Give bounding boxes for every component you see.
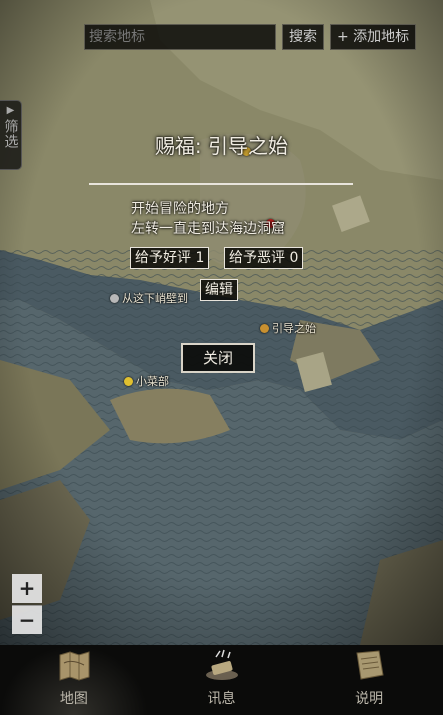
nav-tab-messages[interactable]: 讯息 bbox=[148, 645, 296, 715]
edit-button[interactable]: 编辑 bbox=[200, 279, 238, 301]
map-marker[interactable]: 小菜部 bbox=[124, 373, 169, 389]
nav-label: 说明 bbox=[355, 691, 384, 707]
like-button[interactable]: 给予好评 1 bbox=[130, 247, 210, 269]
popup-description-line: 开始冒险的地方 bbox=[131, 201, 229, 217]
nav-tab-guide[interactable]: 说明 bbox=[295, 645, 443, 715]
add-landmark-button[interactable]: + 添加地标 bbox=[330, 24, 417, 50]
popup-description-line: 左转一直走到达海边洞窟 bbox=[131, 221, 285, 237]
nav-tab-map[interactable]: 地图 bbox=[0, 645, 148, 715]
map-terrain bbox=[0, 0, 443, 645]
nav-label: 讯息 bbox=[207, 691, 236, 707]
popup-title: 赐福: 引导之始 bbox=[154, 134, 289, 158]
bottom-navigation: 地图 讯息 说明 bbox=[0, 645, 443, 715]
grace-marker-icon bbox=[260, 323, 269, 333]
map-marker[interactable]: 从这下峭壁到 bbox=[110, 290, 188, 306]
marker-label: 从这下峭壁到 bbox=[122, 292, 188, 305]
location-marker-icon bbox=[124, 376, 133, 386]
map-scroll-icon bbox=[59, 651, 90, 681]
zoom-controls: + − bbox=[12, 574, 42, 634]
marker-label: 小菜部 bbox=[136, 375, 169, 388]
map-marker[interactable]: 引导之始 bbox=[260, 320, 316, 336]
popup-divider bbox=[89, 183, 353, 185]
message-marker-icon bbox=[110, 293, 119, 303]
dislike-button[interactable]: 给予恶评 0 bbox=[224, 247, 304, 269]
guide-icon bbox=[356, 650, 384, 680]
search-button[interactable]: 搜索 bbox=[282, 24, 324, 50]
zoom-in-button[interactable]: + bbox=[12, 574, 42, 603]
close-button[interactable]: 关闭 bbox=[181, 343, 255, 373]
message-icon bbox=[205, 649, 238, 680]
expand-arrow-icon: ▶ bbox=[6, 105, 15, 116]
world-map[interactable]: 从这下峭壁到 引导之始 小菜部 bbox=[0, 0, 443, 645]
marker-label: 引导之始 bbox=[272, 322, 316, 335]
zoom-out-button[interactable]: − bbox=[12, 605, 42, 634]
nav-label: 地图 bbox=[59, 691, 88, 707]
search-bar: 搜索 + 添加地标 bbox=[84, 24, 417, 50]
search-input[interactable] bbox=[84, 24, 276, 50]
